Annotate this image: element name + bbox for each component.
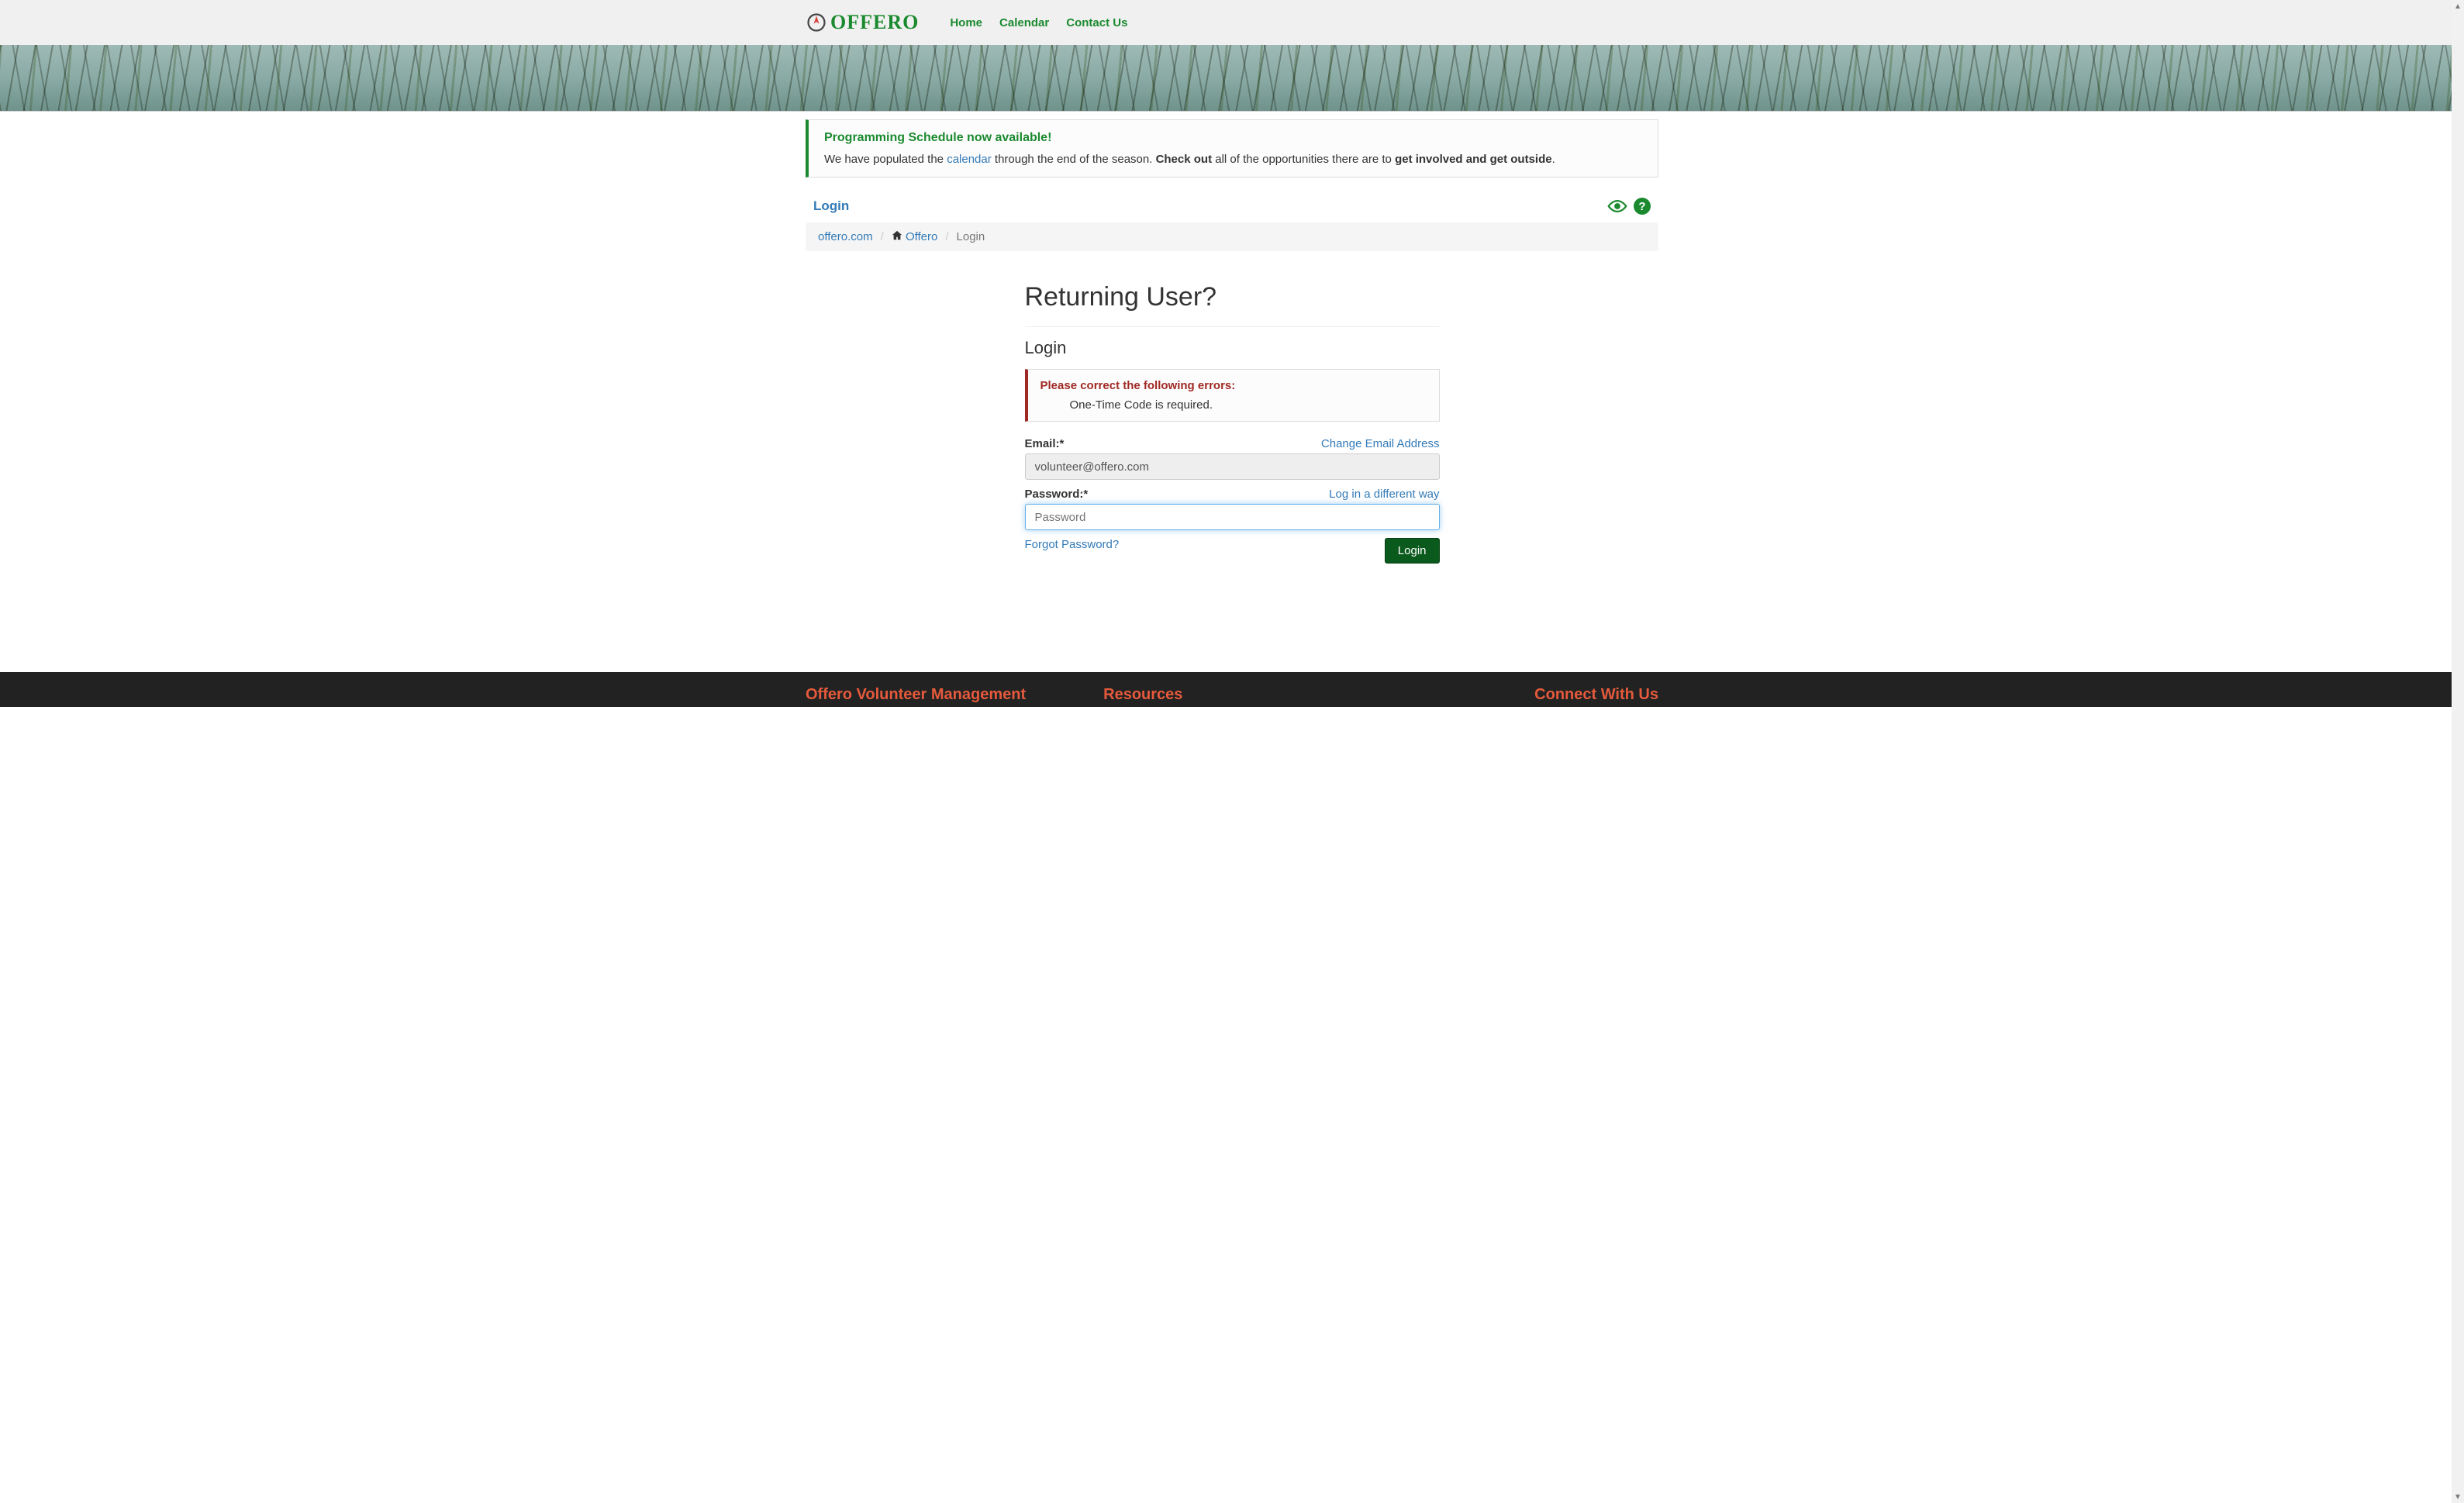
- error-title: Please correct the following errors:: [1040, 379, 1427, 392]
- nav-calendar[interactable]: Calendar: [999, 16, 1049, 29]
- callout-text: We have populated the: [824, 153, 947, 166]
- callout-calendar-link[interactable]: calendar: [947, 153, 992, 166]
- callout-title: Programming Schedule now available!: [824, 131, 1642, 145]
- nav-links: Home Calendar Contact Us: [950, 16, 1127, 29]
- login-button[interactable]: Login: [1385, 538, 1440, 564]
- change-email-link[interactable]: Change Email Address: [1321, 437, 1440, 450]
- nav-contact[interactable]: Contact Us: [1066, 16, 1127, 29]
- different-way-link[interactable]: Log in a different way: [1329, 488, 1439, 501]
- below-row: Forgot Password? Login: [1025, 538, 1440, 564]
- scroll-up-icon[interactable]: ▲: [2452, 0, 2464, 12]
- login-panel: Returning User? Login Please correct the…: [1025, 282, 1440, 564]
- callout-bold: get involved and get outside: [1395, 153, 1552, 166]
- brand-text: OFFERO: [830, 11, 919, 34]
- breadcrumb-sep: /: [945, 230, 948, 243]
- callout-text: all of the opportunities there are to: [1212, 153, 1395, 166]
- email-label: Email:*: [1025, 437, 1065, 450]
- breadcrumb-current: Login: [957, 230, 985, 243]
- footer-col3: Connect With Us: [1534, 686, 1658, 704]
- breadcrumb-home-wrap: Offero: [892, 230, 938, 243]
- scroll-down-icon[interactable]: ▼: [2452, 1491, 2464, 1503]
- home-icon: [892, 230, 902, 241]
- scrollbar[interactable]: ▲ ▼: [2452, 0, 2464, 1503]
- error-box: Please correct the following errors: One…: [1025, 369, 1440, 422]
- password-label: Password:*: [1025, 488, 1089, 501]
- error-item: One-Time Code is required.: [1070, 398, 1427, 412]
- page-title: Login: [813, 198, 849, 214]
- breadcrumb-root[interactable]: offero.com: [818, 230, 873, 243]
- breadcrumb-sep: /: [881, 230, 884, 243]
- password-group: Password:* Log in a different way: [1025, 488, 1440, 530]
- breadcrumb-home[interactable]: Offero: [906, 230, 937, 243]
- callout-body: We have populated the calendar through t…: [824, 153, 1642, 166]
- eye-icon[interactable]: [1607, 198, 1627, 214]
- breadcrumb: offero.com / Offero / Login: [806, 222, 1658, 251]
- callout-bold: Check out: [1156, 153, 1213, 166]
- error-list: One-Time Code is required.: [1040, 398, 1427, 412]
- brand-logo[interactable]: OFFERO: [806, 11, 919, 34]
- help-icon[interactable]: ?: [1634, 198, 1651, 215]
- footer-col2: Resources: [1103, 686, 1182, 704]
- forgot-password-link[interactable]: Forgot Password?: [1025, 538, 1120, 551]
- main-heading: Returning User?: [1025, 282, 1440, 312]
- email-group: Email:* Change Email Address: [1025, 437, 1440, 480]
- callout-text: through the end of the season.: [992, 153, 1156, 166]
- page-header-row: Login ?: [806, 198, 1658, 215]
- footer: Offero Volunteer Management Resources Co…: [0, 672, 2464, 707]
- callout-text: .: [1552, 153, 1555, 166]
- compass-icon: [806, 12, 827, 33]
- hero-banner: [0, 45, 2464, 112]
- info-callout: Programming Schedule now available! We h…: [806, 119, 1658, 178]
- password-field[interactable]: [1025, 504, 1440, 530]
- divider: [1025, 326, 1440, 327]
- email-field: [1025, 453, 1440, 480]
- footer-col1: Offero Volunteer Management: [806, 686, 1026, 704]
- main-subheading: Login: [1025, 338, 1440, 358]
- top-nav: OFFERO Home Calendar Contact Us: [0, 0, 2464, 45]
- nav-home[interactable]: Home: [950, 16, 982, 29]
